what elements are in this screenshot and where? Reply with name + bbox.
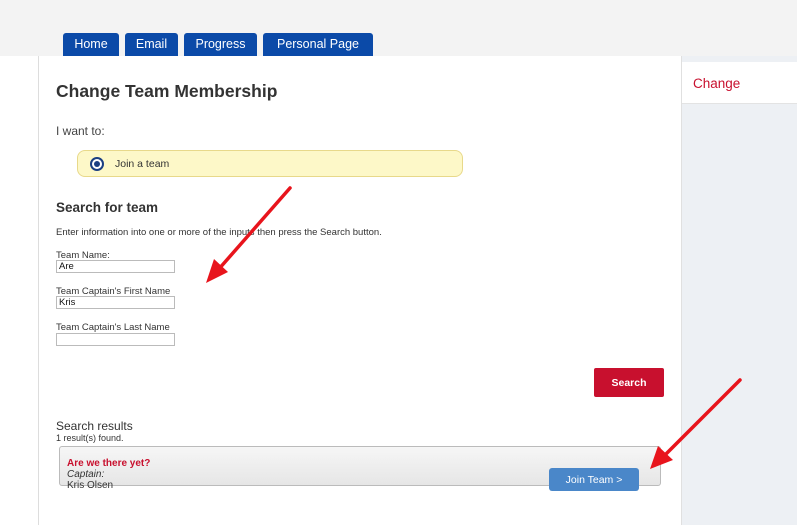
page-title: Change Team Membership — [56, 81, 278, 101]
tab-personal-page[interactable]: Personal Page — [263, 33, 373, 56]
search-button[interactable]: Search — [594, 368, 664, 397]
join-team-option[interactable]: Join a team — [77, 150, 463, 177]
search-section-heading: Search for team — [56, 200, 159, 215]
tab-home[interactable]: Home — [63, 33, 119, 56]
result-card: Are we there yet? Captain: Kris Olsen Jo… — [59, 446, 661, 491]
captain-last-name-label: Team Captain's Last Name — [56, 322, 170, 333]
result-team-name[interactable]: Are we there yet? — [67, 458, 150, 469]
join-team-button[interactable]: Join Team > — [549, 468, 639, 491]
result-captain-name: Kris Olsen — [67, 480, 114, 491]
right-sidebar-title: Change — [693, 76, 741, 91]
tab-progress[interactable]: Progress — [184, 33, 257, 56]
join-team-label: Join a team — [115, 158, 170, 170]
main-tabs: Home Email Progress Personal Page — [63, 33, 373, 56]
captain-first-name-input[interactable] — [56, 296, 175, 309]
right-sidebar — [682, 56, 797, 525]
captain-last-name-input[interactable] — [56, 333, 175, 346]
search-instructions: Enter information into one or more of th… — [56, 227, 382, 238]
tab-email[interactable]: Email — [125, 33, 178, 56]
team-name-input[interactable] — [56, 260, 175, 273]
results-count: 1 result(s) found. — [56, 433, 124, 443]
i-want-to-label: I want to: — [56, 124, 105, 138]
search-results-heading: Search results — [56, 419, 133, 433]
result-captain-label: Captain: — [67, 469, 105, 480]
radio-selected-icon[interactable] — [90, 157, 104, 171]
